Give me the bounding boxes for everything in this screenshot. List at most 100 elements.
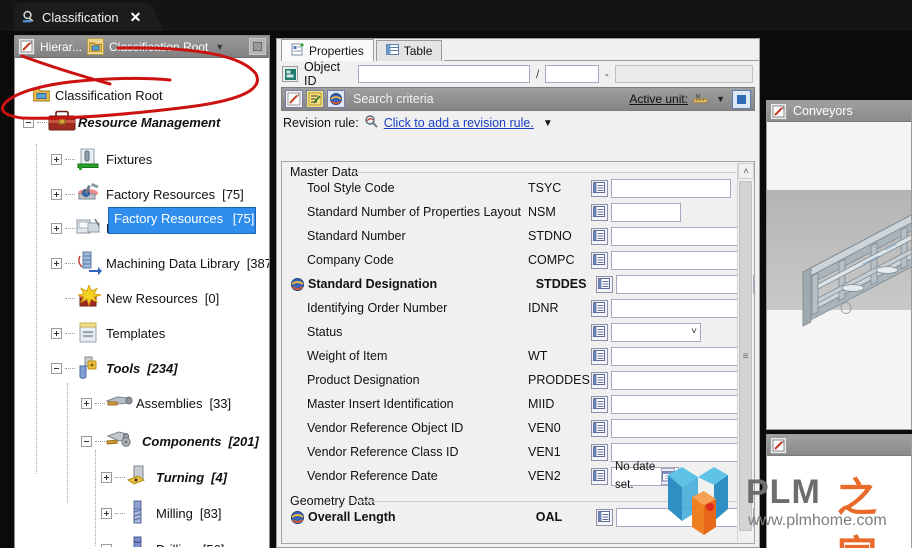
expander-icon[interactable]	[101, 507, 112, 519]
scrollbar-thumb[interactable]: ≡	[739, 181, 752, 531]
status-select[interactable]: ˅	[611, 322, 701, 342]
field-row: Tool Style Code TSYC	[282, 176, 754, 200]
field-input[interactable]	[611, 418, 749, 438]
tree-body[interactable]: Classification Root Resource Management	[15, 58, 269, 547]
field-picker-icon[interactable]	[591, 251, 608, 269]
tree-item-label: Machining Data Library	[106, 255, 240, 271]
tree-item-classification-root[interactable]: Classification Root	[19, 80, 163, 110]
field-picker-icon[interactable]	[591, 227, 608, 245]
tree-item-factory-resources-label[interactable]: Factory Resources [75]	[114, 211, 254, 226]
conveyor-frame-3d	[802, 214, 911, 327]
field-label: Product Designation	[307, 373, 420, 387]
calendar-icon[interactable]	[661, 467, 675, 485]
chevron-down-icon[interactable]: ▼	[215, 42, 224, 52]
expander-icon[interactable]	[23, 116, 34, 128]
chevron-down-icon[interactable]: ▼	[716, 94, 725, 104]
pencil-icon[interactable]	[285, 90, 303, 108]
field-input[interactable]	[611, 370, 749, 390]
field-input[interactable]	[616, 274, 754, 294]
pencil-icon[interactable]	[18, 38, 35, 55]
chevron-down-icon[interactable]: ▼	[543, 118, 553, 129]
field-picker-icon[interactable]	[591, 179, 608, 197]
tab-properties[interactable]: Properties	[281, 39, 374, 61]
edit-note-icon[interactable]	[306, 90, 324, 108]
tree-item-new-resources[interactable]: New Resources [0]	[51, 283, 219, 313]
pencil-icon[interactable]	[770, 436, 787, 454]
field-picker-icon[interactable]	[591, 203, 608, 221]
conveyors-3d-viewport[interactable]	[767, 122, 911, 429]
tree-mode-label[interactable]: Hierar...	[40, 40, 82, 54]
tree-item-count: [83]	[199, 505, 222, 521]
field-input[interactable]	[616, 507, 754, 527]
pencil-icon[interactable]	[770, 102, 787, 120]
field-picker-icon[interactable]	[596, 275, 613, 293]
expander-icon[interactable]	[101, 543, 112, 547]
field-picker-icon[interactable]	[591, 299, 608, 317]
maximize-icon[interactable]	[732, 89, 751, 109]
ruler-icon: M	[693, 92, 709, 106]
expander-icon[interactable]	[81, 435, 92, 447]
tree-item-assemblies[interactable]: Assemblies [33]	[81, 388, 231, 418]
expander-icon[interactable]	[51, 327, 62, 339]
field-input[interactable]	[611, 394, 749, 414]
field-picker-icon[interactable]	[591, 371, 608, 389]
machine-icon	[75, 215, 101, 241]
tab-table[interactable]: Table	[375, 40, 443, 61]
field-label: Vendor Reference Date	[307, 469, 438, 483]
field-input[interactable]	[611, 202, 681, 222]
tree-connector	[115, 476, 125, 478]
tab-classification[interactable]: Classification ✕	[14, 3, 165, 31]
field-picker-icon[interactable]	[591, 419, 608, 437]
close-icon[interactable]: ✕	[130, 9, 142, 26]
chevron-down-icon[interactable]: ˅	[691, 323, 697, 341]
field-label: Standard Designation	[308, 277, 438, 291]
field-picker-icon[interactable]	[591, 323, 608, 341]
tree-item-factory-resources-row[interactable]: Factory Resources [75]	[51, 179, 244, 209]
field-input[interactable]	[611, 178, 731, 198]
object-revision-input[interactable]	[545, 65, 599, 83]
field-input[interactable]	[611, 346, 749, 366]
field-picker-icon[interactable]	[591, 347, 608, 365]
add-revision-rule-link[interactable]: Click to add a revision rule.	[384, 116, 534, 130]
field-picker-icon[interactable]	[591, 395, 608, 413]
expander-icon[interactable]	[101, 471, 112, 483]
field-abbr: PRODDES	[528, 373, 590, 387]
tree-item-turning[interactable]: Turning [4]	[101, 462, 227, 492]
field-input[interactable]	[611, 298, 749, 318]
field-picker-icon[interactable]	[591, 467, 608, 485]
field-label: Identifying Order Number	[307, 301, 448, 315]
tree-item-components[interactable]: Components [201]	[81, 426, 259, 456]
tree-item-fixtures[interactable]: Fixtures	[51, 144, 152, 174]
expander-icon[interactable]	[51, 153, 62, 165]
object-id-input[interactable]	[358, 65, 531, 83]
active-unit-label[interactable]: Active unit:	[629, 92, 688, 106]
field-picker-icon[interactable]	[591, 443, 608, 461]
field-row: Vendor Reference Object ID VEN0	[282, 416, 754, 440]
field-input[interactable]	[611, 226, 749, 246]
field-input[interactable]	[611, 250, 749, 270]
properties-scrollbar[interactable]: ˄ ≡	[737, 163, 754, 542]
date-field[interactable]: No date set.	[611, 461, 679, 491]
field-label: Status	[307, 325, 343, 339]
tree-item-templates[interactable]: Templates	[51, 318, 165, 348]
expander-icon[interactable]	[81, 397, 92, 409]
tree-item-drilling[interactable]: Drilling [56]	[101, 534, 224, 547]
globe-icon[interactable]	[327, 90, 345, 108]
tree-item-resource-management[interactable]: Resource Management	[23, 107, 220, 137]
field-picker-icon[interactable]	[596, 508, 613, 526]
tree-connector	[37, 121, 47, 123]
expander-icon[interactable]	[51, 257, 62, 269]
tree-item-machining-data-library[interactable]: Machining Data Library [3874]	[51, 248, 269, 278]
expander-icon[interactable]	[51, 222, 62, 234]
expander-icon[interactable]	[51, 188, 62, 200]
tree-root-label[interactable]: Classification Root	[109, 40, 208, 54]
panel-icon[interactable]	[249, 38, 266, 55]
expander-icon[interactable]	[51, 362, 62, 374]
tree-item-tools[interactable]: Tools [234]	[51, 353, 178, 383]
tree-item-label: Components	[142, 433, 222, 449]
tree-connector	[65, 193, 75, 195]
scroll-up-button[interactable]: ˄	[738, 163, 754, 179]
object-name-input	[614, 65, 754, 83]
tree-connector	[95, 440, 105, 442]
tree-item-milling[interactable]: Milling [83]	[101, 498, 222, 528]
